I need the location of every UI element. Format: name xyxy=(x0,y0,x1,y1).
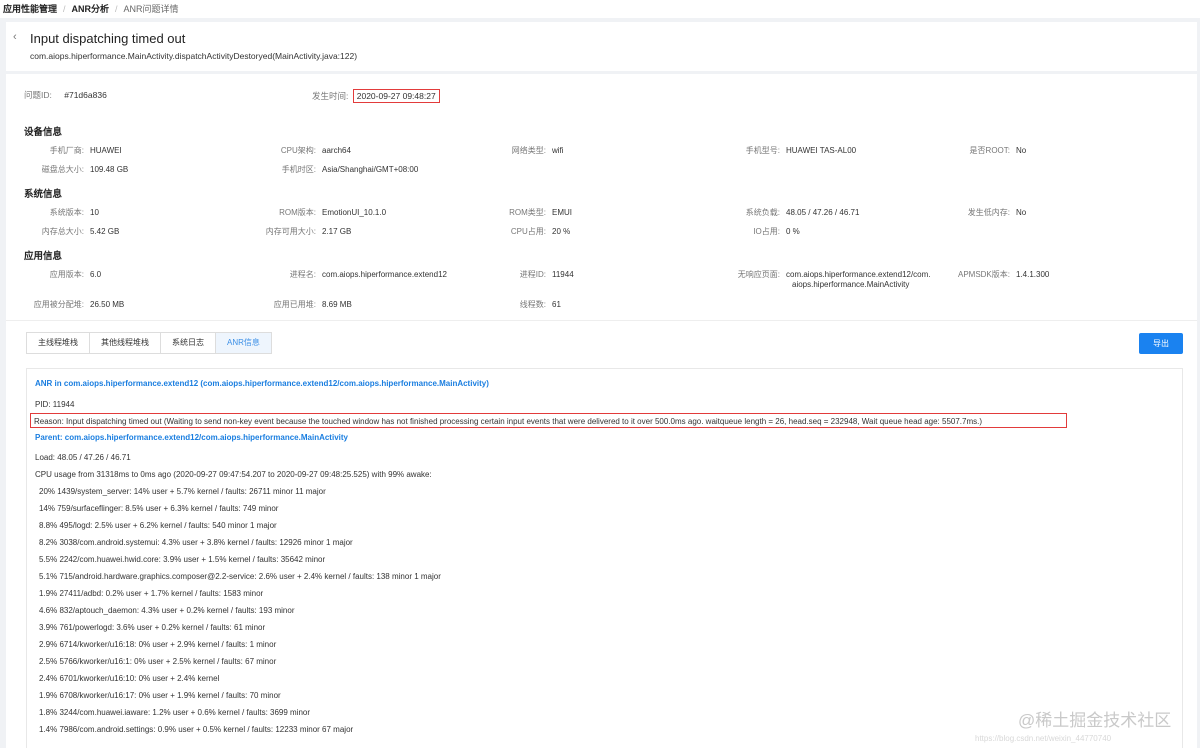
tab-other-thread-stack[interactable]: 其他线程堆栈 xyxy=(90,333,161,353)
load-line: Load: 48.05 / 47.26 / 46.71 xyxy=(35,453,131,462)
app-section-title: 应用信息 xyxy=(24,251,63,262)
cpu-process-line: 14% 759/surfaceflinger: 8.5% user + 6.3%… xyxy=(39,504,279,513)
breadcrumb-item-current: ANR问题详情 xyxy=(123,4,179,14)
divider xyxy=(6,320,1197,321)
device-timezone: 手机时区: Asia/Shanghai/GMT+08:00 xyxy=(281,165,419,174)
issue-id-value: #71d6a836 xyxy=(64,90,107,100)
cpu-process-line: 5.1% 715/android.hardware.graphics.compo… xyxy=(39,572,441,581)
cpu-process-line: 1.9% 27411/adbd: 0.2% user + 1.7% kernel… xyxy=(39,589,264,598)
system-section-title: 系统信息 xyxy=(24,189,63,200)
breadcrumb-separator: / xyxy=(63,4,66,14)
pid-line: PID: 11944 xyxy=(35,400,75,409)
cpu-process-line: 1.9% 6708/kworker/u16:17: 0% user + 1.9%… xyxy=(39,691,281,700)
memory-available: 内存可用大小: 2.17 GB xyxy=(265,227,352,236)
device-model: 手机型号: HUAWEI TAS-AL00 xyxy=(745,146,857,155)
cpu-process-line: 2.4% 6701/kworker/u16:10: 0% user + 2.4%… xyxy=(39,674,220,683)
cpu-process-line: 2.9% 6714/kworker/u16:18: 0% user + 2.9%… xyxy=(39,640,277,649)
detail-panel: 问题ID: #71d6a836 发生时间: 2020-09-27 09:48:2… xyxy=(6,74,1197,748)
rom-version: ROM版本: EmotionUI_10.1.0 xyxy=(279,208,387,217)
tab-main-thread-stack[interactable]: 主线程堆栈 xyxy=(27,333,90,353)
io-usage: IO占用: 0 % xyxy=(753,227,800,236)
cpu-process-line: 1.4% 7986/com.android.settings: 0.9% use… xyxy=(39,725,354,734)
breadcrumb-separator: / xyxy=(115,4,118,14)
cpu-usage-line: CPU usage from 31318ms to 0ms ago (2020-… xyxy=(35,470,432,479)
app-version: 应用版本: 6.0 xyxy=(49,270,102,279)
memory-total: 内存总大小: 5.42 GB xyxy=(41,227,120,236)
breadcrumb-item-apm[interactable]: 应用性能管理 xyxy=(3,4,57,14)
low-memory: 发生低内存: No xyxy=(967,208,1027,217)
system-load: 系统负载: 48.05 / 47.26 / 46.71 xyxy=(745,208,860,217)
tab-anr-info[interactable]: ANR信息 xyxy=(216,333,271,353)
watermark: @稀土掘金技术社区 xyxy=(1018,711,1172,730)
breadcrumb: 应用性能管理 / ANR分析 / ANR问题详情 xyxy=(0,0,1200,18)
device-network: 网络类型: wifi xyxy=(511,146,564,155)
process-id: 进程ID: 11944 xyxy=(519,270,574,279)
rom-type: ROM类型: EMUI xyxy=(509,208,572,217)
anr-page: 无响应页面: com.aiops.hiperformance.extend12/c… xyxy=(737,270,931,279)
cpu-usage: CPU占用: 20 % xyxy=(510,227,571,236)
anr-log-panel: ANR in com.aiops.hiperformance.extend12 … xyxy=(26,368,1183,748)
cpu-process-line: 8.2% 3038/com.android.systemui: 4.3% use… xyxy=(39,538,353,547)
cpu-process-line: 4.6% 832/aptouch_daemon: 4.3% user + 0.2… xyxy=(39,606,295,615)
time-value: 2020-09-27 09:48:27 xyxy=(352,89,440,103)
issue-id-row: 问题ID: #71d6a836 xyxy=(24,89,107,101)
issue-id-label: 问题ID: xyxy=(24,90,52,100)
cpu-process-line: 8.8% 495/logd: 2.5% user + 6.2% kernel /… xyxy=(39,521,277,530)
thread-count: 线程数: 61 xyxy=(519,300,561,309)
tab-bar: 主线程堆栈 其他线程堆栈 系统日志 ANR信息 xyxy=(26,332,272,354)
cpu-process-line: 5.5% 2242/com.huawei.hwid.core: 3.9% use… xyxy=(39,555,326,564)
anr-header-line: ANR in com.aiops.hiperformance.extend12 … xyxy=(35,379,489,388)
parent-line: Parent: com.aiops.hiperformance.extend12… xyxy=(35,433,348,442)
device-section-title: 设备信息 xyxy=(24,127,63,138)
cpu-process-line: 3.9% 761/powerlogd: 3.6% user + 0.2% ker… xyxy=(39,623,266,632)
page-header: ‹ Input dispatching timed out com.aiops.… xyxy=(6,22,1197,71)
device-vendor: 手机厂商: HUAWEI xyxy=(49,146,122,155)
apm-sdk-version: APMSDK版本: 1.4.1.300 xyxy=(957,270,1050,279)
process-name: 进程名: com.aiops.hiperformance.extend12 xyxy=(289,270,447,279)
device-root: 是否ROOT: No xyxy=(969,146,1027,155)
cpu-process-line: 2.5% 5766/kworker/u16:1: 0% user + 2.5% … xyxy=(39,657,277,666)
cpu-process-line: 20% 1439/system_server: 14% user + 5.7% … xyxy=(39,487,326,496)
cpu-process-line: 1.8% 3244/com.huawei.iaware: 1.2% user +… xyxy=(39,708,311,717)
export-button[interactable]: 导出 xyxy=(1139,333,1183,354)
device-cpu-arch: CPU架构: aarch64 xyxy=(280,146,351,155)
breadcrumb-item-anr[interactable]: ANR分析 xyxy=(72,4,110,14)
heap-used: 应用已用堆: 8.69 MB xyxy=(273,300,352,309)
system-version: 系统版本: 10 xyxy=(49,208,99,217)
time-row: 发生时间: 2020-09-27 09:48:27 xyxy=(312,89,440,103)
reason-line: Reason: Input dispatching timed out (Wai… xyxy=(34,417,983,426)
device-disk: 磁盘总大小: 109.48 GB xyxy=(41,165,129,174)
tab-system-log[interactable]: 系统日志 xyxy=(161,333,216,353)
back-icon[interactable]: ‹ xyxy=(13,31,17,43)
watermark-url: https://blog.csdn.net/weixin_44770740 xyxy=(975,734,1112,743)
page-title: Input dispatching timed out xyxy=(30,31,186,46)
page-subtitle: com.aiops.hiperformance.MainActivity.dis… xyxy=(30,51,358,61)
heap-allocated: 应用被分配堆: 26.50 MB xyxy=(33,300,125,309)
anr-page-line2: aiops.hiperformance.MainActivity xyxy=(792,280,910,289)
time-label: 发生时间: xyxy=(312,91,349,101)
